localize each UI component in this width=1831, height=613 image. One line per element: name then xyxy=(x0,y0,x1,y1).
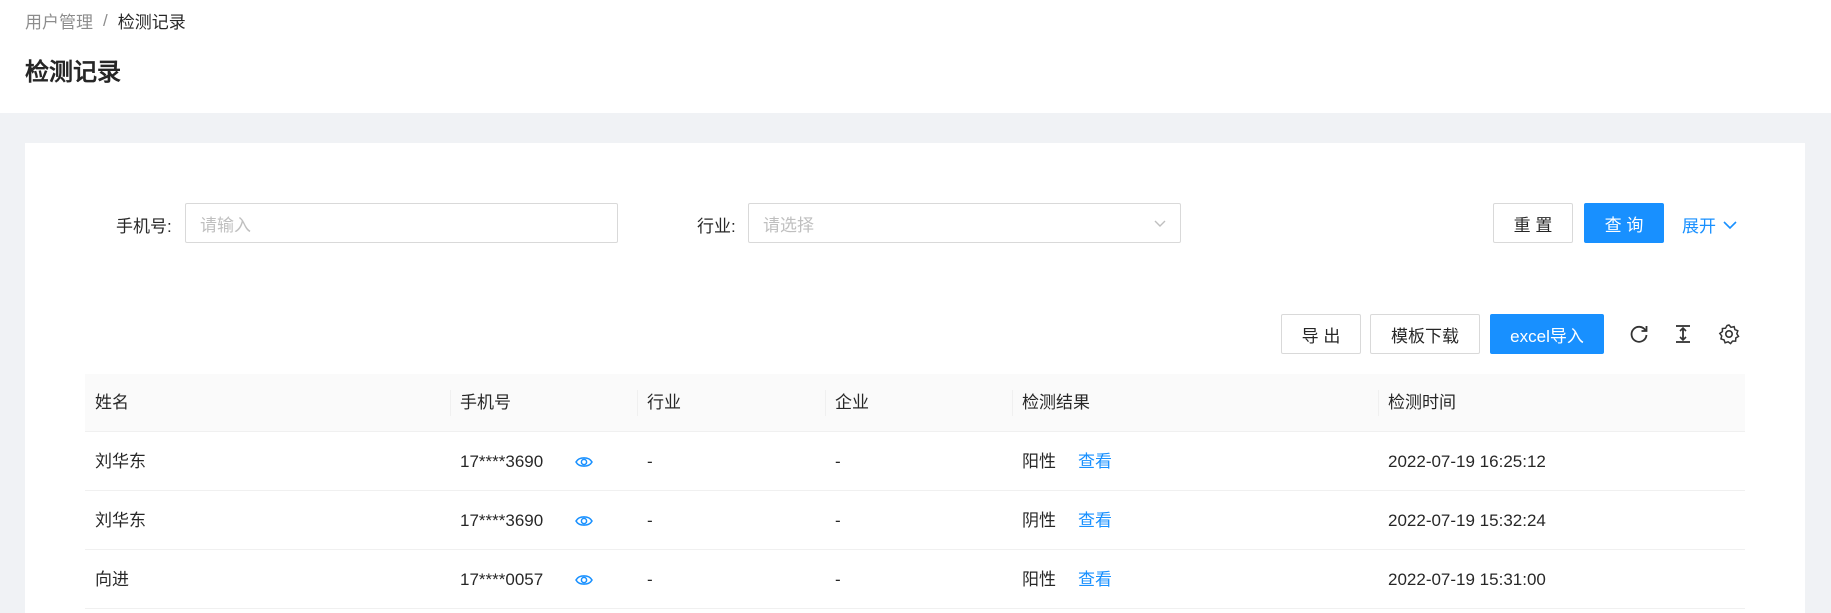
eye-icon[interactable] xyxy=(575,453,593,471)
breadcrumb-current: 检测记录 xyxy=(117,13,186,32)
cell-name: 刘华东 xyxy=(95,511,146,530)
result-text: 阴性 xyxy=(1022,511,1056,530)
cell-phone: 17****3690 xyxy=(460,452,544,471)
result-text: 阳性 xyxy=(1022,452,1056,471)
cell-time: 2022-07-19 16:25:12 xyxy=(1388,452,1546,471)
industry-select[interactable]: 请选择 xyxy=(748,203,1181,243)
chevron-down-icon xyxy=(1723,220,1737,229)
cell-phone: 17****0057 xyxy=(460,570,544,589)
eye-icon[interactable] xyxy=(575,512,593,530)
column-header-time: 检测时间 xyxy=(1388,393,1456,412)
eye-icon[interactable] xyxy=(575,571,593,589)
query-button[interactable]: 查 询 xyxy=(1584,203,1664,243)
view-link[interactable]: 查看 xyxy=(1078,452,1112,471)
table-row: 刘华东 17****3690 - - 阴性 查看 2022-07-19 15:32… xyxy=(85,491,1745,550)
cell-company: - xyxy=(835,570,841,589)
expand-toggle[interactable]: 展开 xyxy=(1682,212,1738,237)
cell-phone: 17****3690 xyxy=(460,511,544,530)
column-header-company: 企业 xyxy=(835,393,869,412)
breadcrumb: 用户管理 / 检测记录 xyxy=(25,8,186,33)
table-row: 刘华东 17****3690 - - 阳性 查看 2022-07-19 16:25… xyxy=(85,432,1745,491)
cell-industry: - xyxy=(647,511,653,530)
page-header: 用户管理 / 检测记录 检测记录 xyxy=(0,0,1831,113)
cell-industry: - xyxy=(647,570,653,589)
phone-input[interactable]: 请输入 xyxy=(185,203,618,243)
column-header-result: 检测结果 xyxy=(1022,393,1090,412)
column-header-industry: 行业 xyxy=(647,393,681,412)
reset-button[interactable]: 重 置 xyxy=(1493,203,1573,243)
industry-label: 行业: xyxy=(697,217,736,236)
cell-company: - xyxy=(835,511,841,530)
reload-icon[interactable] xyxy=(1628,323,1650,345)
export-button[interactable]: 导 出 xyxy=(1281,314,1361,354)
cell-time: 2022-07-19 15:32:24 xyxy=(1388,511,1546,530)
excel-import-button[interactable]: excel导入 xyxy=(1490,314,1604,354)
cell-name: 刘华东 xyxy=(95,452,146,471)
page-title: 检测记录 xyxy=(25,59,121,86)
phone-label: 手机号: xyxy=(116,217,172,236)
records-table: 姓名 手机号 行业 企业 检测结果 检测时间 刘华东 17****3690 - … xyxy=(85,374,1745,609)
column-height-icon[interactable] xyxy=(1672,323,1694,345)
cell-company: - xyxy=(835,452,841,471)
cell-industry: - xyxy=(647,452,653,471)
table-row: 向进 17****0057 - - 阳性 查看 2022-07-19 15:31:… xyxy=(85,550,1745,609)
expand-label: 展开 xyxy=(1682,217,1716,236)
cell-result: 阴性 查看 xyxy=(1012,491,1112,550)
cell-time: 2022-07-19 15:31:00 xyxy=(1388,570,1546,589)
setting-icon[interactable] xyxy=(1718,323,1740,345)
view-link[interactable]: 查看 xyxy=(1078,570,1112,589)
template-download-button[interactable]: 模板下载 xyxy=(1370,314,1480,354)
table-header: 姓名 手机号 行业 企业 检测结果 检测时间 xyxy=(85,374,1745,432)
result-text: 阳性 xyxy=(1022,570,1056,589)
breadcrumb-separator: / xyxy=(103,10,108,30)
cell-result: 阳性 查看 xyxy=(1012,550,1112,609)
phone-input-placeholder: 请输入 xyxy=(200,215,251,235)
breadcrumb-parent[interactable]: 用户管理 xyxy=(25,8,93,33)
cell-name: 向进 xyxy=(95,570,129,589)
column-header-name: 姓名 xyxy=(95,393,129,412)
chevron-down-icon xyxy=(1154,220,1166,227)
column-header-phone: 手机号 xyxy=(460,393,511,412)
view-link[interactable]: 查看 xyxy=(1078,511,1112,530)
cell-result: 阳性 查看 xyxy=(1012,432,1112,491)
industry-select-placeholder: 请选择 xyxy=(763,215,814,235)
